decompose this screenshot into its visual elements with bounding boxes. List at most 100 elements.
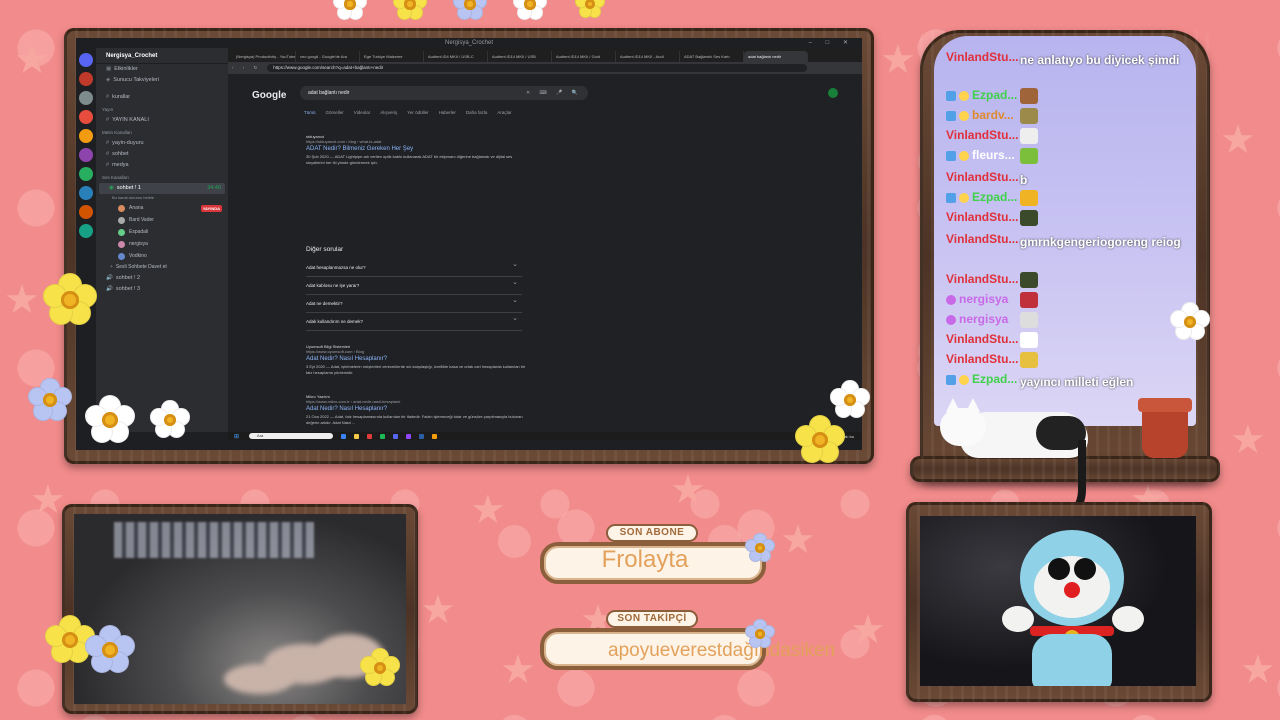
chat-username[interactable]: Ezpad... [946, 88, 1020, 102]
category-voice-channels[interactable]: Ses Kanalları [96, 171, 228, 183]
browser-tab[interactable]: Audient iD14 MKII / USB [488, 51, 552, 62]
channel-events[interactable]: ▦ Etkinlikler [96, 64, 228, 75]
result-url[interactable]: https://www.uyumsoft.com › Blog [306, 349, 526, 354]
taskbar-app-icon[interactable] [419, 433, 425, 439]
paa-question[interactable]: Adat kablosu ne işe yarar? [306, 274, 522, 295]
chat-username[interactable]: VinlandStu... [946, 232, 1020, 246]
paa-question[interactable]: Adat ne demektir? [306, 292, 522, 313]
chat-username[interactable]: bardv... [946, 108, 1020, 122]
google-logo[interactable]: Google [252, 90, 286, 101]
sub-badge-icon [946, 110, 956, 121]
chat-message: VinlandStu... [946, 210, 1186, 226]
voice-channel-sohbet-2[interactable]: 🔊 sohbet ! 2 [96, 273, 228, 284]
voice-user[interactable]: Vodkino [96, 250, 228, 262]
voice-status[interactable]: Bu kanal durumu belirle [96, 194, 228, 202]
paa-question[interactable]: Adat hesaplanmazsa ne olur? [306, 256, 522, 277]
channel-yayin-duyuru[interactable]: # yayin-duyuru [96, 138, 228, 149]
taskbar-app-icon[interactable] [341, 433, 347, 439]
chat-username[interactable]: VinlandStu... [946, 352, 1020, 366]
chat-username[interactable]: VinlandStu... [946, 50, 1020, 64]
amigurumi-doraemon-icon [1002, 530, 1144, 686]
filter-tab[interactable]: Tümü [304, 110, 316, 115]
taskbar-app-icon[interactable] [406, 433, 412, 439]
filter-tab[interactable]: Yer ödüller [407, 110, 428, 115]
browser-tab[interactable]: ceo googli - Google'de Ara [296, 51, 360, 62]
server-icon[interactable] [79, 129, 93, 143]
result-title[interactable]: Adat Nedir? Nasıl Hesaplanır? [306, 356, 526, 362]
voice-user[interactable]: Bard Vader [96, 214, 228, 226]
server-icon[interactable] [79, 186, 93, 200]
result-title[interactable]: Adat Nedir? Nasıl Hesaplanır? [306, 406, 526, 412]
voice-user[interactable]: nergisya [96, 238, 228, 250]
result-title[interactable]: ADAT Nedir? Bilmeniz Gereken Her Şey [306, 146, 526, 152]
category-yayin[interactable]: Yayın [96, 103, 228, 115]
chat-username[interactable]: VinlandStu... [946, 332, 1020, 346]
server-name[interactable]: Nergisya_Crochet [96, 48, 228, 64]
chat-message: VinlandStu... gmrnkgengeriogoreng reiog [946, 232, 1186, 252]
gear-badge-icon [959, 374, 969, 385]
voice-channel-sohbet-3[interactable]: 🔊 sohbet ! 3 [96, 284, 228, 295]
google-search-input[interactable]: adat bağlantı nedir ✕ ⌨ 🎤 🔍 [300, 86, 588, 100]
chat-username[interactable]: Ezpad... [946, 372, 1020, 386]
server-icon[interactable] [79, 72, 93, 86]
invite-to-voice[interactable]: + Sesli Sohbete Davet et [96, 262, 228, 273]
category-text-channels[interactable]: Metin Kanalları [96, 126, 228, 138]
result-url[interactable]: https://www.mikro.com.tr › adat-nedir-na… [306, 399, 526, 404]
paa-question[interactable]: Adalı kullandırım ne demek? [306, 310, 522, 331]
chat-username[interactable]: fleurs... [946, 148, 1020, 162]
chat-message: nergisya [946, 292, 1186, 308]
avatar[interactable] [828, 88, 838, 98]
discord-home-icon[interactable] [79, 53, 93, 67]
filter-tab[interactable]: Haberler [439, 110, 456, 115]
filter-tab[interactable]: Araçlar [497, 110, 511, 115]
server-icon[interactable] [79, 110, 93, 124]
chat-username[interactable]: VinlandStu... [946, 272, 1020, 286]
channel-boosts[interactable]: ◈ Sunucu Takviyeleri [96, 75, 228, 86]
filter-tab[interactable]: Videolar [354, 110, 370, 115]
chat-message: VinlandStu... ne anlatıyo bu diyicek şimd… [946, 50, 1186, 70]
server-icon[interactable] [79, 91, 93, 105]
search-icon[interactable]: ✕ ⌨ 🎤 🔍 [526, 86, 582, 100]
taskbar-app-icon[interactable] [354, 433, 360, 439]
filter-tab[interactable]: Daha fazla [466, 110, 488, 115]
browser-tab[interactable]: Audient iD14 MKII / Gold [552, 51, 616, 62]
filter-tab[interactable]: Görseller [326, 110, 344, 115]
browser-tab-active[interactable]: adat bağlantı nedir [744, 51, 808, 62]
server-icon[interactable] [79, 148, 93, 162]
channel-rules[interactable]: # kurallar [96, 92, 228, 103]
channel-yayin-kanali[interactable]: # YAYIN KANALI [96, 115, 228, 126]
browser-tab[interactable]: ADAT Bağlantılı Ses Kartı [680, 51, 744, 62]
browser-tab[interactable]: Audient iD4 MKII / USB-C [424, 51, 488, 62]
url-input[interactable]: https://www.google.com/search?q=adat+bağ… [267, 64, 808, 72]
channel-medya[interactable]: # medya [96, 160, 228, 171]
nav-arrows-icon[interactable]: ‹ › ↻ [232, 65, 261, 71]
chat-emote-icon [1020, 128, 1038, 144]
taskbar-search[interactable]: Ara [249, 433, 334, 439]
server-icon[interactable] [79, 167, 93, 181]
chat-username[interactable]: Ezpad... [946, 190, 1020, 204]
browser-tab[interactable]: (Nergisya) Productivity - YouTube [232, 51, 296, 62]
channel-sohbet[interactable]: # sohbet [96, 149, 228, 160]
chat-username[interactable]: nergisya [946, 312, 1020, 326]
taskbar-app-icon[interactable] [393, 433, 399, 439]
server-icon[interactable] [79, 224, 93, 238]
window-controls[interactable]: – □ ✕ [809, 38, 854, 48]
chat-username[interactable]: VinlandStu... [946, 128, 1020, 142]
filter-tab[interactable]: Alışveriş [380, 110, 397, 115]
latest-sub-name: Frolayta [601, 546, 689, 573]
result-url[interactable]: https://stduyanıoi.com › blog › what-is-… [306, 139, 526, 144]
voice-user[interactable]: Espadali [96, 226, 228, 238]
start-icon[interactable]: ⊞ [234, 433, 239, 440]
taskbar-app-icon[interactable] [367, 433, 373, 439]
chat-username[interactable]: VinlandStu... [946, 170, 1020, 184]
daffodil-icon [745, 619, 775, 649]
voice-user[interactable]: Anana YAYINDA [96, 202, 228, 214]
browser-tab[interactable]: Audient iD14 MKII - Audi [616, 51, 680, 62]
browser-tab[interactable]: Ege Turkiye Malzeme [360, 51, 424, 62]
taskbar-app-icon[interactable] [380, 433, 386, 439]
voice-channel-sohbet-1[interactable]: ◉ sohbet ! 1 34:40 [99, 183, 225, 194]
taskbar-app-icon[interactable] [432, 433, 438, 439]
chat-username[interactable]: VinlandStu... [946, 210, 1020, 224]
server-icon[interactable] [79, 205, 93, 219]
chat-username[interactable]: nergisya [946, 292, 1020, 306]
